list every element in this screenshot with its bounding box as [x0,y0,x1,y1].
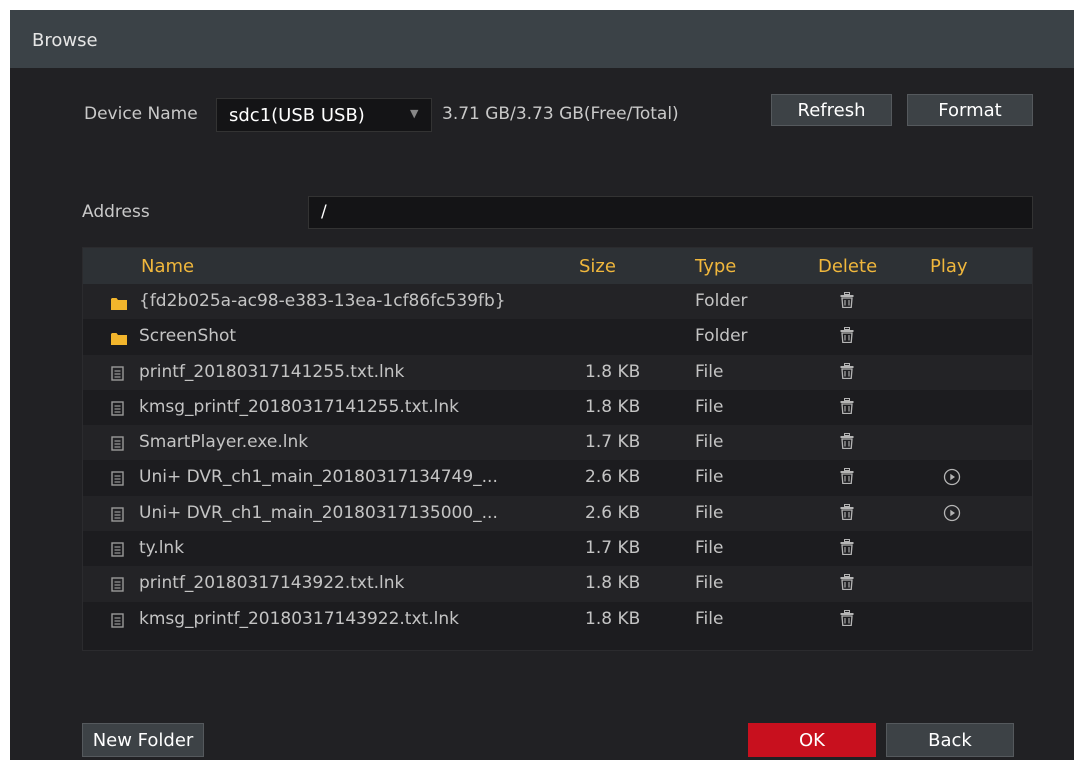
table-row[interactable]: Uni+ DVR_ch1_main_20180317135000_... 2.6 … [83,495,1032,532]
file-name: kmsg_printf_20180317143922.txt.lnk [139,608,459,629]
browse-dialog: Browse Device Name sdc1(USB USB) ▼ 3.71 … [10,10,1074,760]
file-name: {fd2b025a-ac98-e383-13ea-1cf86fc539fb} [139,291,506,311]
trash-icon[interactable] [840,362,854,383]
column-header-play: Play [930,256,968,277]
file-name: printf_20180317143922.txt.lnk [139,573,405,594]
dialog-title: Browse [32,30,98,51]
file-name: ty.lnk [139,538,185,559]
format-button[interactable]: Format [907,94,1033,126]
play-icon[interactable] [943,468,961,490]
capacity-text: 3.71 GB/3.73 GB(Free/Total) [442,104,679,124]
table-row[interactable]: printf_20180317141255.txt.lnk 1.8 KB File [83,354,1032,390]
file-size: 1.7 KB [585,432,641,453]
refresh-button[interactable]: Refresh [771,94,892,126]
file-type: Folder [695,291,748,311]
table-row[interactable]: Uni+ DVR_ch1_main_20180317134749_... 2.6 … [83,460,1032,495]
folder-icon [111,330,127,349]
file-type: File [695,573,724,594]
trash-icon[interactable] [840,503,854,524]
trash-icon[interactable] [840,609,854,630]
back-button[interactable]: Back [886,723,1014,757]
file-icon [111,436,124,455]
file-type: File [695,608,724,629]
folder-icon [111,295,127,314]
file-name: kmsg_printf_20180317141255.txt.lnk [139,396,459,417]
file-size: 1.7 KB [585,538,641,559]
title-bar: Browse [10,10,1074,68]
table-row[interactable]: ty.lnk 1.7 KB File [83,531,1032,566]
file-icon [111,542,124,561]
file-type: File [695,361,724,382]
file-type: Folder [695,326,748,347]
table-row[interactable]: printf_20180317143922.txt.lnk 1.8 KB File [83,566,1032,602]
column-header-type[interactable]: Type [695,256,736,277]
file-type: File [695,502,724,523]
file-type: File [695,396,724,417]
device-name-label: Device Name [84,104,198,124]
file-size: 2.6 KB [585,467,641,488]
file-icon [111,612,124,632]
file-size: 1.8 KB [585,361,641,382]
table-row[interactable]: SmartPlayer.exe.lnk 1.7 KB File [83,425,1032,461]
file-icon [111,577,124,596]
column-header-size[interactable]: Size [579,256,616,277]
table-row[interactable]: kmsg_printf_20180317143922.txt.lnk 1.8 KB… [83,602,1032,637]
file-name: SmartPlayer.exe.lnk [139,432,309,453]
file-icon [111,471,124,490]
file-name: Uni+ DVR_ch1_main_20180317135000_... [139,502,498,523]
address-input[interactable]: / [308,196,1033,229]
trash-icon[interactable] [840,539,854,559]
table-body: {fd2b025a-ac98-e383-13ea-1cf86fc539fb} Fo… [83,284,1032,637]
table-row[interactable]: ScreenShot Folder [83,319,1032,354]
file-size: 1.8 KB [585,573,641,594]
file-type: File [695,538,724,559]
file-icon [111,507,124,526]
table-header: Name Size Type Delete Play [83,248,1032,284]
file-name: printf_20180317141255.txt.lnk [139,361,405,382]
table-row[interactable]: {fd2b025a-ac98-e383-13ea-1cf86fc539fb} Fo… [83,284,1032,320]
trash-icon[interactable] [840,468,854,488]
file-table: Name Size Type Delete Play {fd2b025a-ac9… [82,247,1033,651]
trash-icon[interactable] [840,574,854,594]
file-size: 2.6 KB [585,502,641,523]
column-header-name[interactable]: Name [141,256,194,277]
table-row[interactable]: kmsg_printf_20180317141255.txt.lnk 1.8 KB… [83,390,1032,425]
play-icon[interactable] [943,504,961,526]
file-type: File [695,467,724,488]
new-folder-button[interactable]: New Folder [82,723,204,757]
file-size: 1.8 KB [585,396,641,417]
file-icon [111,365,124,385]
file-name: ScreenShot [139,326,237,347]
file-type: File [695,432,724,453]
file-name: Uni+ DVR_ch1_main_20180317134749_... [139,467,498,488]
device-select-value: sdc1(USB USB) [229,105,365,126]
file-icon [111,401,124,420]
chevron-down-icon: ▼ [410,107,419,120]
address-value: / [321,202,327,222]
trash-icon[interactable] [840,292,854,312]
column-header-delete: Delete [818,256,878,277]
device-select[interactable]: sdc1(USB USB) ▼ [216,98,432,132]
trash-icon[interactable] [840,327,854,347]
file-size: 1.8 KB [585,608,641,629]
trash-icon[interactable] [840,433,854,453]
address-label: Address [82,202,150,222]
trash-icon[interactable] [840,397,854,418]
ok-button[interactable]: OK [748,723,876,757]
